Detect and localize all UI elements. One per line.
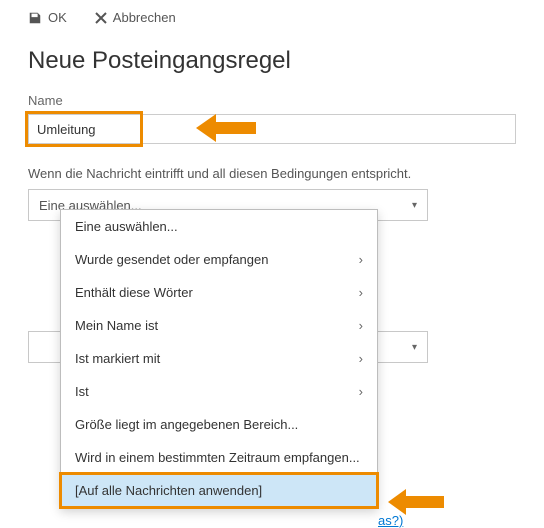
name-label: Name [28, 93, 516, 108]
dropdown-item-label: [Auf alle Nachrichten anwenden] [75, 483, 262, 498]
dropdown-item[interactable]: Größe liegt im angegebenen Bereich... [61, 408, 377, 441]
dropdown-item-label: Größe liegt im angegebenen Bereich... [75, 417, 298, 432]
name-row [28, 114, 516, 144]
dropdown-item-label: Wird in einem bestimmten Zeitraum empfan… [75, 450, 360, 465]
ok-label: OK [48, 10, 67, 25]
dropdown-item-label: Enthält diese Wörter [75, 285, 193, 300]
dropdown-item[interactable]: Mein Name ist › [61, 309, 377, 342]
dropdown-item-label: Eine auswählen... [75, 219, 178, 234]
save-icon [28, 11, 42, 25]
page-title: Neue Posteingangsregel [28, 47, 516, 75]
link-fragment[interactable]: as?) [378, 513, 403, 528]
chevron-down-icon: ▾ [412, 342, 417, 353]
dropdown-item[interactable]: Wurde gesendet oder empfangen › [61, 243, 377, 276]
dropdown-item-apply-all[interactable]: [Auf alle Nachrichten anwenden] [61, 474, 377, 507]
dropdown-item-label: Wurde gesendet oder empfangen [75, 252, 268, 267]
submenu-chevron-icon: › [359, 351, 363, 366]
dropdown-item-label: Ist [75, 384, 89, 399]
dropdown-item-label: Mein Name ist [75, 318, 158, 333]
close-icon [95, 12, 107, 24]
condition-dropdown: Eine auswählen... Wurde gesendet oder em… [60, 209, 378, 508]
dropdown-item[interactable]: Ist › [61, 375, 377, 408]
name-input[interactable] [28, 114, 516, 144]
dropdown-item[interactable]: Wird in einem bestimmten Zeitraum empfan… [61, 441, 377, 474]
ok-button[interactable]: OK [28, 10, 67, 25]
submenu-chevron-icon: › [359, 252, 363, 267]
chevron-down-icon: ▾ [412, 200, 417, 211]
dropdown-item[interactable]: Ist markiert mit › [61, 342, 377, 375]
cancel-button[interactable]: Abbrechen [95, 10, 176, 25]
page-body: Neue Posteingangsregel Name Wenn die Nac… [0, 31, 544, 393]
condition-label: Wenn die Nachricht eintrifft und all die… [28, 166, 516, 181]
cancel-label: Abbrechen [113, 10, 176, 25]
dropdown-item[interactable]: Eine auswählen... [61, 210, 377, 243]
dropdown-item-label: Ist markiert mit [75, 351, 160, 366]
submenu-chevron-icon: › [359, 285, 363, 300]
submenu-chevron-icon: › [359, 384, 363, 399]
toolbar: OK Abbrechen [0, 0, 544, 31]
submenu-chevron-icon: › [359, 318, 363, 333]
dropdown-item[interactable]: Enthält diese Wörter › [61, 276, 377, 309]
